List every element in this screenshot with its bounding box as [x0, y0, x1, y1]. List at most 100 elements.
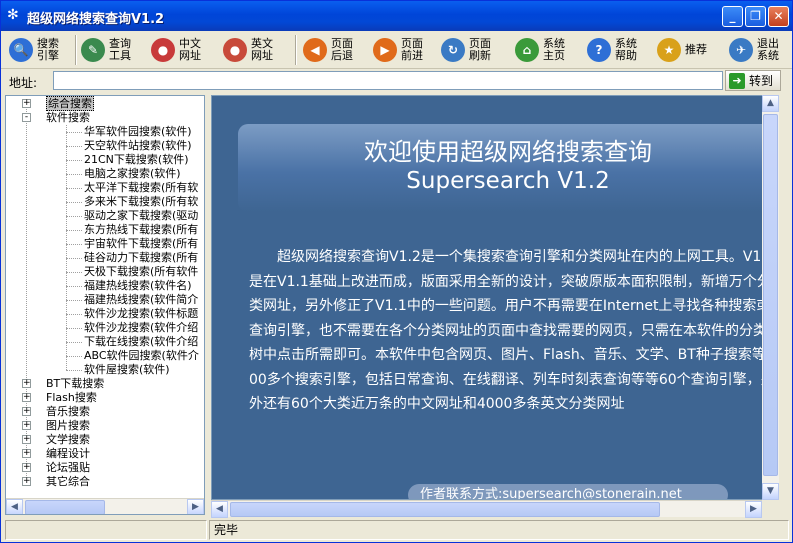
tree-node[interactable]: 编程设计: [46, 447, 90, 461]
tree-leaf[interactable]: 天空软件站搜索(软件): [84, 139, 192, 153]
tree-line: [66, 244, 82, 245]
expand-icon[interactable]: +: [22, 99, 31, 108]
toolbar-label: 系统帮助: [615, 37, 637, 62]
tree-leaf[interactable]: 福建热线搜索(软件简介: [84, 293, 198, 307]
go-button[interactable]: ➜ 转到: [725, 70, 781, 91]
address-input[interactable]: [53, 71, 723, 90]
toolbar-label: 页面前进: [401, 37, 423, 62]
tree-node-label: 软件沙龙搜索(软件标题: [84, 307, 199, 320]
toolbar-button-system-help[interactable]: ? 系统帮助: [587, 34, 643, 66]
toolbar-button-exit-system[interactable]: ✈ 退出系统: [729, 34, 785, 66]
tree-leaf[interactable]: 下载在线搜索(软件介绍: [84, 335, 198, 349]
window-title: 超级网络搜索查询V1.2: [27, 12, 165, 27]
tree-node-label: 软件搜索: [46, 111, 90, 124]
expand-icon[interactable]: +: [22, 407, 31, 416]
tree-line: [66, 188, 82, 189]
intro-text: 超级网络搜索查询V1.2是一个集搜索查询引擎和分类网址在内的上网工具。V1.2是…: [249, 249, 775, 412]
scroll-left-icon[interactable]: ◀: [211, 501, 228, 518]
expand-icon[interactable]: +: [22, 379, 31, 388]
tree-leaf[interactable]: 宇宙软件下载搜索(所有: [84, 237, 198, 251]
contact-info[interactable]: 作者联系方式:supersearch@stonerain.net: [408, 484, 728, 499]
toolbar-button-query-tools[interactable]: ✎ 查询工具: [81, 34, 137, 66]
collapse-icon[interactable]: -: [22, 113, 31, 122]
expand-icon[interactable]: +: [22, 421, 31, 430]
toolbar-label: 退出系统: [757, 37, 779, 62]
tree-horizontal-scrollbar[interactable]: ◀ ▶: [6, 498, 204, 514]
tree-node-label: 华军软件园搜索(软件): [84, 125, 192, 138]
tree-node[interactable]: BT下载搜索: [46, 377, 104, 391]
title-bar[interactable]: ✻ 超级网络搜索查询V1.2 _ ❐ ✕: [1, 1, 792, 31]
tree-line: [66, 132, 82, 133]
tree-leaf[interactable]: 东方热线下载搜索(所有: [84, 223, 198, 237]
minimize-button[interactable]: _: [722, 6, 743, 27]
back-icon: ◀: [303, 38, 327, 62]
tree-node[interactable]: 综合搜索: [46, 96, 94, 111]
tree-leaf[interactable]: 驱动之家下载搜索(驱动: [84, 209, 198, 223]
tree-line: [66, 230, 82, 231]
toolbar-button-chinese-sites[interactable]: ● 中文网址: [151, 34, 207, 66]
content-vertical-scrollbar[interactable]: ▲ ▼: [762, 95, 779, 500]
tree-node[interactable]: 文学搜索: [46, 433, 90, 447]
toolbar-label: 英文网址: [251, 37, 273, 62]
toolbar-button-page-forward[interactable]: ▶ 页面前进: [373, 34, 429, 66]
tree-line: [66, 216, 82, 217]
tree-line: [66, 286, 82, 287]
toolbar-button-page-refresh[interactable]: ↻ 页面刷新: [441, 34, 497, 66]
tree-node-label: 论坛强贴: [46, 461, 90, 474]
expand-icon[interactable]: +: [22, 393, 31, 402]
hscroll-thumb[interactable]: [25, 500, 105, 514]
close-button[interactable]: ✕: [768, 6, 789, 27]
tree-line: [66, 146, 82, 147]
tree-node[interactable]: 其它综合: [46, 475, 90, 489]
tree-node[interactable]: 论坛强贴: [46, 461, 90, 475]
tree-leaf[interactable]: 太平洋下载搜索(所有软: [84, 181, 198, 195]
tree-node[interactable]: Flash搜索: [46, 391, 97, 405]
tree-leaf[interactable]: 华军软件园搜索(软件): [84, 125, 192, 139]
tree-leaf[interactable]: 硅谷动力下载搜索(所有: [84, 251, 198, 265]
content-horizontal-scrollbar[interactable]: ◀ ▶: [211, 500, 762, 518]
scroll-left-icon[interactable]: ◀: [6, 499, 23, 514]
tree-leaf[interactable]: 福建热线搜索(软件名): [84, 279, 192, 293]
tree-leaf[interactable]: ABC软件园搜索(软件介: [84, 349, 199, 363]
toolbar-label: 页面刷新: [469, 37, 491, 62]
toolbar-button-english-sites[interactable]: ● 英文网址: [223, 34, 279, 66]
tree-line: [66, 202, 82, 203]
tree-leaf[interactable]: 软件沙龙搜索(软件标题: [84, 307, 198, 321]
tree-node-label: 天空软件站搜索(软件): [84, 139, 192, 152]
maximize-button[interactable]: ❐: [745, 6, 766, 27]
tree-node-label: BT下载搜索: [46, 377, 105, 390]
scroll-down-icon[interactable]: ▼: [762, 483, 779, 500]
product-title: Supersearch V1.2: [406, 168, 610, 194]
tree-node[interactable]: 图片搜索: [46, 419, 90, 433]
expand-icon[interactable]: +: [22, 463, 31, 472]
toolbar-label: 推荐: [685, 43, 707, 56]
category-tree[interactable]: + 综合搜索 - 软件搜索 华军软件园搜索(软件) 天空软件站搜索(软件) 21CN下载搜索…: [5, 95, 205, 515]
tree-leaf[interactable]: 天极下载搜索(所有软件: [84, 265, 198, 279]
scroll-up-icon[interactable]: ▲: [762, 95, 779, 112]
tree-line: [66, 342, 82, 343]
tree-node[interactable]: 音乐搜索: [46, 405, 90, 419]
address-bar: 地址: ➜ 转到: [1, 69, 792, 93]
tree-leaf[interactable]: 软件沙龙搜索(软件介绍: [84, 321, 198, 335]
toolbar-button-system-home[interactable]: ⌂ 系统主页: [515, 34, 571, 66]
toolbar-button-search-engine[interactable]: 🔍 搜索引擎: [9, 34, 65, 66]
expand-icon[interactable]: +: [22, 477, 31, 486]
toolbar-button-page-back[interactable]: ◀ 页面后退: [303, 34, 359, 66]
scroll-right-icon[interactable]: ▶: [187, 499, 204, 514]
expand-icon[interactable]: +: [22, 449, 31, 458]
tree-leaf[interactable]: 软件屋搜索(软件): [84, 363, 170, 377]
scroll-thumb[interactable]: [763, 114, 778, 476]
scroll-right-icon[interactable]: ▶: [745, 501, 762, 518]
address-label: 地址:: [9, 76, 38, 90]
tree-leaf[interactable]: 电脑之家搜索(软件): [84, 167, 181, 181]
cn-globe-icon: ●: [151, 38, 175, 62]
tree-node-label: 编程设计: [46, 447, 90, 460]
tree-node[interactable]: 软件搜索: [46, 111, 90, 125]
toolbar-button-recommend[interactable]: ★ 推荐: [657, 34, 713, 66]
en-globe-icon: ●: [223, 38, 247, 62]
hscroll-thumb[interactable]: [230, 502, 660, 517]
tree-node-label: 硅谷动力下载搜索(所有: [84, 251, 199, 264]
expand-icon[interactable]: +: [22, 435, 31, 444]
tree-leaf[interactable]: 多来米下载搜索(所有软: [84, 195, 198, 209]
tree-leaf[interactable]: 21CN下载搜索(软件): [84, 153, 189, 167]
